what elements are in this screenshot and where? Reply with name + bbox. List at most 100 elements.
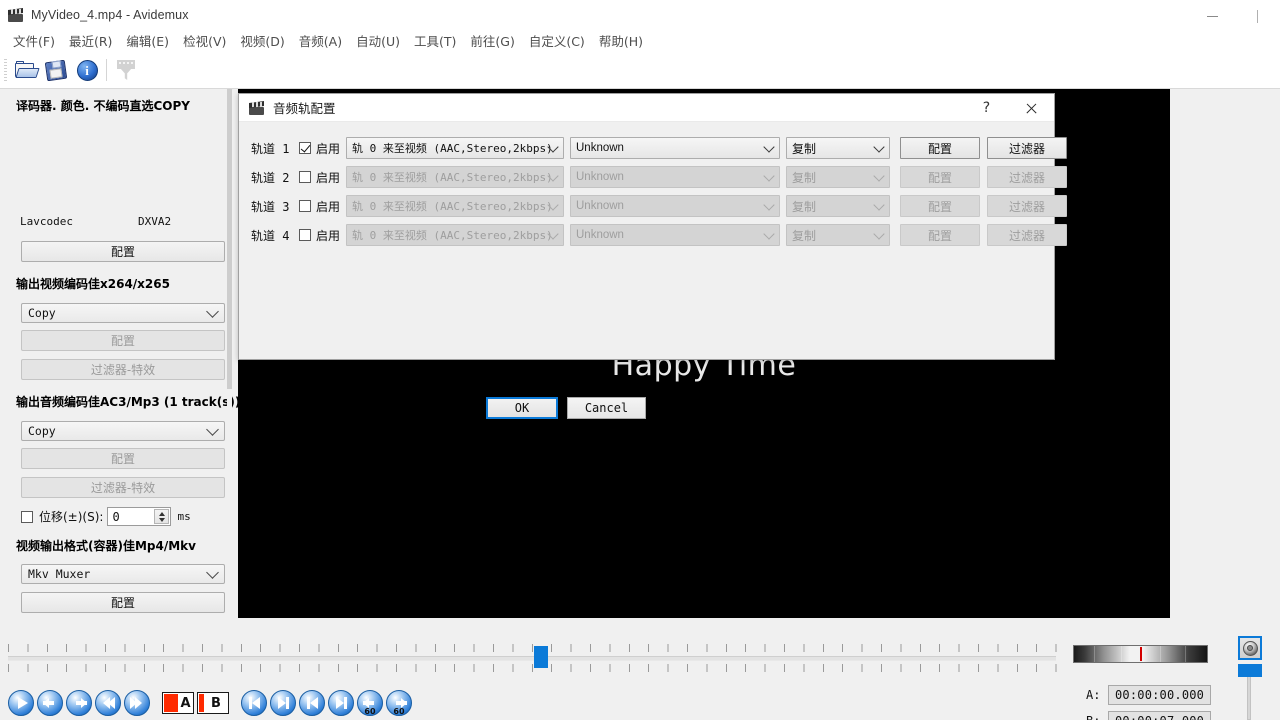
- track-2-encoder-select[interactable]: 复制: [786, 166, 890, 188]
- track-3-source-select[interactable]: 轨 0 来至视频 (AAC,Stereo,2kbps): [346, 195, 564, 217]
- track-3-configure-button[interactable]: 配置: [900, 195, 980, 217]
- video-filter-button[interactable]: [111, 55, 141, 85]
- track-2-source-select[interactable]: 轨 0 来至视频 (AAC,Stereo,2kbps): [346, 166, 564, 188]
- save-file-button[interactable]: [42, 55, 72, 85]
- track-4-encoder-select[interactable]: 复制: [786, 224, 890, 246]
- rewind-button[interactable]: [95, 690, 121, 716]
- menu-audio[interactable]: 音频(A): [292, 28, 349, 54]
- track-4-language-select[interactable]: Unknown: [570, 224, 780, 246]
- step-back-button[interactable]: [37, 690, 63, 716]
- track-2-label: 轨道 2: [251, 169, 299, 186]
- track-4-enable-checkbox[interactable]: [299, 229, 311, 241]
- volume-slider-handle[interactable]: [1238, 664, 1262, 677]
- fast-forward-button[interactable]: [124, 690, 150, 716]
- track-2-filter-button[interactable]: 过滤器: [987, 166, 1067, 188]
- maximize-button[interactable]: [1235, 0, 1280, 29]
- track-1-language-select[interactable]: Unknown: [570, 137, 780, 159]
- dialog-ok-button[interactable]: OK: [486, 397, 558, 419]
- mark-b-label: B: [204, 697, 228, 710]
- chevron-down-icon: [763, 199, 774, 210]
- back-60-button[interactable]: 60: [357, 690, 383, 716]
- menu-edit[interactable]: 编辑(E): [119, 28, 176, 54]
- track-2-configure-button[interactable]: 配置: [900, 166, 980, 188]
- video-filters-button[interactable]: 过滤器-特效: [21, 359, 225, 380]
- track-2-language-value: Unknown: [576, 171, 624, 183]
- spinner-up-icon[interactable]: [159, 512, 165, 516]
- menu-goto[interactable]: 前往(G): [463, 28, 521, 54]
- track-2-language-select[interactable]: Unknown: [570, 166, 780, 188]
- timeline-track[interactable]: [8, 656, 1056, 661]
- audio-encoder-select[interactable]: Copy: [21, 421, 225, 441]
- track-1-source-select[interactable]: 轨 0 来至视频 (AAC,Stereo,2kbps): [346, 137, 564, 159]
- track-2-enable-checkbox[interactable]: [299, 171, 311, 183]
- avidemux-window: MyVideo_4.mp4 - Avidemux 文件(F) 最近(R) 编辑(…: [0, 0, 1280, 720]
- timeline-handle[interactable]: [534, 646, 548, 668]
- play-button[interactable]: [8, 690, 34, 716]
- audio-shift-checkbox[interactable]: [21, 511, 33, 523]
- menu-file[interactable]: 文件(F): [6, 28, 62, 54]
- title-bar: MyVideo_4.mp4 - Avidemux: [0, 0, 1280, 29]
- timeline[interactable]: [0, 636, 1060, 678]
- decoder-configure-button[interactable]: 配置: [21, 241, 225, 262]
- volume-mute-button[interactable]: [1238, 636, 1262, 660]
- video-encoder-value: Copy: [28, 306, 56, 320]
- track-1-filter-button[interactable]: 过滤器: [987, 137, 1067, 159]
- audio-configure-button[interactable]: 配置: [21, 448, 225, 469]
- spinner-down-icon[interactable]: [159, 518, 165, 522]
- track-1-encoder-select[interactable]: 复制: [786, 137, 890, 159]
- minimize-button[interactable]: [1190, 0, 1235, 29]
- menu-video[interactable]: 视频(D): [233, 28, 291, 54]
- toolbar-grip[interactable]: [4, 59, 7, 81]
- dialog-help-button[interactable]: ?: [964, 94, 1009, 122]
- track-4-configure-button[interactable]: 配置: [900, 224, 980, 246]
- track-3-language-value: Unknown: [576, 200, 624, 212]
- menu-tools[interactable]: 工具(T): [407, 28, 463, 54]
- mark-a-button[interactable]: A: [162, 692, 194, 714]
- open-file-button[interactable]: [12, 55, 42, 85]
- menu-help[interactable]: 帮助(H): [592, 28, 650, 54]
- forward-60-button[interactable]: 60: [386, 690, 412, 716]
- video-configure-button[interactable]: 配置: [21, 330, 225, 351]
- dialog-cancel-button[interactable]: Cancel: [567, 397, 646, 419]
- track-1-configure-button[interactable]: 配置: [900, 137, 980, 159]
- audio-shift-input[interactable]: 0: [107, 507, 171, 526]
- audio-shift-label: 位移(±)(S):: [39, 508, 103, 525]
- track-4-source-select[interactable]: 轨 0 来至视频 (AAC,Stereo,2kbps): [346, 224, 564, 246]
- marker-a-value[interactable]: 00:00:00.000: [1108, 685, 1211, 705]
- save-file-icon: [46, 60, 68, 81]
- track-4-language-value: Unknown: [576, 229, 624, 241]
- arrow-right-icon: [72, 698, 87, 709]
- container-value: Mkv Muxer: [28, 567, 90, 581]
- track-3-language-select[interactable]: Unknown: [570, 195, 780, 217]
- next-keyframe-button[interactable]: [270, 690, 296, 716]
- go-start-button[interactable]: [299, 690, 325, 716]
- track-1-enable-checkbox[interactable]: [299, 142, 311, 154]
- prev-keyframe-button[interactable]: [241, 690, 267, 716]
- mark-a-label: A: [178, 697, 193, 710]
- track-3-filter-button[interactable]: 过滤器: [987, 195, 1067, 217]
- video-encoder-select[interactable]: Copy: [21, 303, 225, 323]
- track-4-filter-button[interactable]: 过滤器: [987, 224, 1067, 246]
- marker-b-value[interactable]: 00:00:07.000: [1108, 711, 1211, 720]
- mark-b-button[interactable]: B: [197, 692, 229, 714]
- audio-filters-button[interactable]: 过滤器-特效: [21, 477, 225, 498]
- decoder-accel: DXVA2: [138, 215, 171, 228]
- marker-b-row: B: 00:00:07.000: [1086, 711, 1211, 720]
- go-end-button[interactable]: [328, 690, 354, 716]
- menu-view[interactable]: 检视(V): [176, 28, 233, 54]
- container-configure-button[interactable]: 配置: [21, 592, 225, 613]
- spinner-arrows[interactable]: [154, 509, 169, 524]
- menu-custom[interactable]: 自定义(C): [522, 28, 592, 54]
- container-select[interactable]: Mkv Muxer: [21, 564, 225, 584]
- track-3-enable-checkbox[interactable]: [299, 200, 311, 212]
- track-3-encoder-select[interactable]: 复制: [786, 195, 890, 217]
- menu-recent[interactable]: 最近(R): [62, 28, 119, 54]
- info-button[interactable]: i: [72, 55, 102, 85]
- menu-auto[interactable]: 自动(U): [349, 28, 407, 54]
- close-icon: [1025, 102, 1038, 115]
- track-3-label: 轨道 3: [251, 198, 299, 215]
- step-forward-button[interactable]: [66, 690, 92, 716]
- sidebar-scrollbar[interactable]: [227, 89, 232, 625]
- chevron-down-icon: [873, 170, 884, 181]
- dialog-close-button[interactable]: [1009, 94, 1054, 122]
